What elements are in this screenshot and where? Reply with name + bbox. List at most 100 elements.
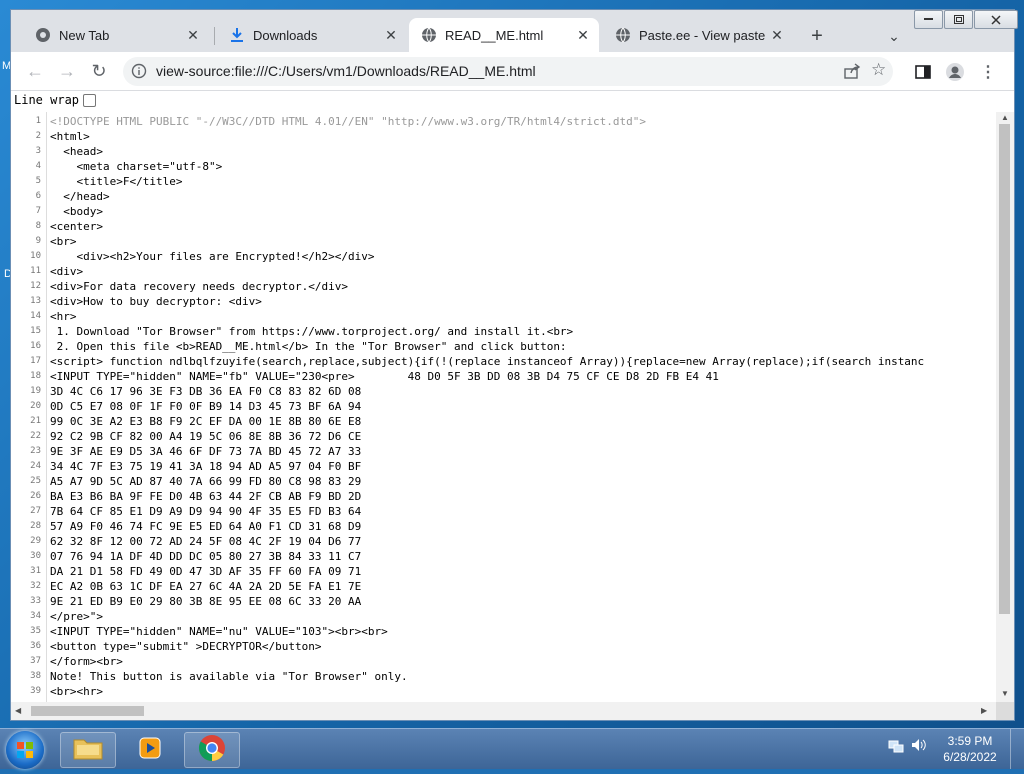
line-number: 11: [30, 266, 41, 276]
line-code: </head>: [50, 190, 110, 203]
line-number: 39: [30, 686, 41, 696]
volume-icon[interactable]: [910, 737, 928, 758]
desktop-icon-label[interactable]: M: [2, 60, 11, 72]
more-menu-icon[interactable]: ⋮: [978, 62, 998, 82]
line-number: 30: [30, 551, 41, 561]
side-panel-icon[interactable]: [913, 62, 933, 82]
line-number: 5: [35, 176, 41, 186]
line-code: <br><hr>: [50, 685, 103, 698]
line-code: 07 76 94 1A DF 4D DD DC 05 80 27 3B 84 3…: [50, 550, 362, 563]
line-number: 31: [30, 566, 41, 576]
line-number: 28: [30, 521, 41, 531]
restore-button[interactable]: [944, 10, 973, 29]
scroll-left-icon[interactable]: ◀: [15, 706, 21, 715]
globe-icon: [615, 27, 631, 43]
line-number: 18: [30, 371, 41, 381]
url-text[interactable]: view-source:file:///C:/Users/vm1/Downloa…: [156, 63, 536, 79]
line-code: <script> function ndlbqlfzuyife(search,r…: [50, 355, 925, 368]
clock-date: 6/28/2022: [943, 750, 997, 764]
clock-time: 3:59 PM: [947, 734, 993, 748]
line-wrap-checkbox[interactable]: [83, 93, 97, 107]
line-number: 35: [30, 626, 41, 636]
close-button[interactable]: [974, 10, 1018, 29]
horizontal-scrollbar[interactable]: ◀ ▶: [11, 702, 996, 720]
line-number-gutter: [46, 112, 47, 702]
close-icon[interactable]: ✕: [383, 27, 399, 43]
tab-paste-ee[interactable]: Paste.ee - View paste nU ✕: [603, 18, 793, 52]
info-icon[interactable]: [131, 63, 147, 79]
line-code: 2. Open this file <b>READ__ME.html</b> I…: [50, 340, 567, 353]
tab-read-me[interactable]: READ__ME.html ✕: [409, 18, 599, 52]
line-number: 26: [30, 491, 41, 501]
line-number: 32: [30, 581, 41, 591]
bookmark-star-icon[interactable]: ☆: [871, 60, 889, 80]
line-code: <div>For data recovery needs decryptor.<…: [50, 280, 349, 293]
line-code: EC A2 0B 63 1C DF EA 27 6C 4A 2A 2D 5E F…: [50, 580, 362, 593]
line-number: 6: [35, 191, 41, 201]
line-code: <div><h2>Your files are Encrypted!</h2><…: [50, 250, 375, 263]
tab-search-button[interactable]: ⌄: [884, 27, 904, 45]
line-number: 15: [30, 326, 41, 336]
system-clock[interactable]: 3:59 PM 6/28/2022: [940, 733, 1000, 765]
line-code: <div>: [50, 265, 84, 278]
tab-downloads[interactable]: Downloads ✕: [217, 18, 407, 52]
profile-avatar-icon[interactable]: [945, 62, 965, 82]
horizontal-scroll-thumb[interactable]: [31, 706, 144, 716]
tab-label: New Tab: [59, 27, 110, 43]
address-bar[interactable]: view-source:file:///C:/Users/vm1/Downloa…: [123, 57, 893, 86]
line-number: 22: [30, 431, 41, 441]
line-code: <!DOCTYPE HTML PUBLIC "-//W3C//DTD HTML …: [50, 115, 647, 128]
line-code: <body>: [50, 205, 103, 218]
taskbar-media-player[interactable]: [122, 732, 178, 768]
taskbar-explorer[interactable]: [60, 732, 116, 768]
line-code: </form><br>: [50, 655, 123, 668]
scroll-down-icon[interactable]: ▼: [1001, 689, 1009, 698]
line-code: <html>: [50, 130, 90, 143]
scroll-right-icon[interactable]: ▶: [981, 706, 987, 715]
line-code: </pre>">: [50, 610, 103, 623]
line-number: 19: [30, 386, 41, 396]
tab-new-tab[interactable]: New Tab ✕: [23, 18, 209, 52]
vertical-scrollbar[interactable]: ▲ ▼: [996, 112, 1014, 702]
line-code: 34 4C 7F E3 75 19 41 3A 18 94 AD A5 97 0…: [50, 460, 362, 473]
line-code: Note! This button is available via "Tor …: [50, 670, 408, 683]
line-number: 29: [30, 536, 41, 546]
line-code: BA E3 B6 BA 9F FE D0 4B 63 44 2F CB AB F…: [50, 490, 362, 503]
line-number: 23: [30, 446, 41, 456]
browser-window: New Tab ✕ Downloads ✕ READ__ME.html ✕ Pa…: [11, 10, 1018, 720]
back-icon[interactable]: ←: [24, 60, 46, 82]
line-code: 57 A9 F0 46 74 FC 9E E5 ED 64 A0 F1 CD 3…: [50, 520, 362, 533]
line-code: <center>: [50, 220, 103, 233]
line-code: <INPUT TYPE="hidden" NAME="fb" VALUE="23…: [50, 370, 719, 383]
globe-icon: [421, 27, 437, 43]
close-icon[interactable]: ✕: [575, 27, 591, 43]
line-number: 8: [35, 221, 41, 231]
line-number: 1: [35, 116, 41, 126]
start-button[interactable]: [6, 731, 44, 769]
scroll-up-icon[interactable]: ▲: [1001, 113, 1009, 122]
network-icon[interactable]: [888, 737, 904, 758]
taskbar-chrome[interactable]: [184, 732, 240, 768]
line-code: 62 32 8F 12 00 72 AD 24 5F 08 4C 2F 19 0…: [50, 535, 362, 548]
line-number: 36: [30, 641, 41, 651]
close-icon[interactable]: ✕: [769, 27, 785, 43]
line-code: 7B 64 CF 85 E1 D9 A9 D9 94 90 4F 35 E5 F…: [50, 505, 362, 518]
line-number: 4: [35, 161, 41, 171]
forward-icon[interactable]: →: [56, 60, 78, 82]
new-tab-button[interactable]: +: [806, 25, 828, 47]
reload-icon[interactable]: ↻: [88, 60, 110, 82]
close-icon[interactable]: ✕: [185, 27, 201, 43]
source-code-view: 1 <!DOCTYPE HTML PUBLIC "-//W3C//DTD HTML…: [11, 112, 996, 702]
line-number: 17: [30, 356, 41, 366]
minimize-button[interactable]: [914, 10, 943, 29]
line-wrap-label: Line wrap: [14, 93, 80, 107]
line-code: 99 0C 3E A2 E3 B8 F9 2C EF DA 00 1E 8B 8…: [50, 415, 362, 428]
line-code: A5 A7 9D 5C AD 87 40 7A 66 99 FD 80 C8 9…: [50, 475, 362, 488]
line-number: 37: [30, 656, 41, 666]
line-wrap-toggle: Line wrap: [14, 93, 97, 107]
line-number: 9: [35, 236, 41, 246]
show-desktop-button[interactable]: [1010, 729, 1024, 769]
share-icon[interactable]: [843, 62, 861, 80]
line-code: 92 C2 9B CF 82 00 A4 19 5C 06 8E 8B 36 7…: [50, 430, 362, 443]
vertical-scroll-thumb[interactable]: [999, 124, 1010, 614]
